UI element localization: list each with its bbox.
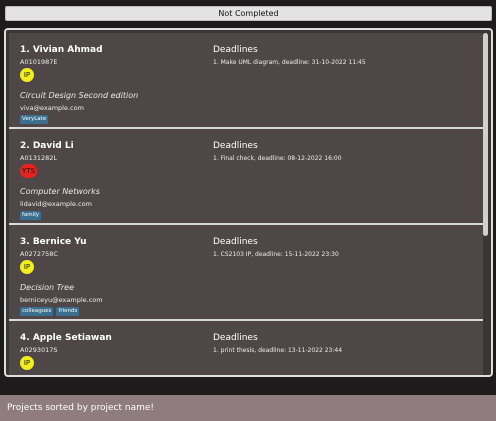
deadline-item: 1. Final check, deadline: 08-12-2022 16:… (213, 155, 342, 162)
deadline-item: 1. print thesis, deadline: 13-11-2022 23… (213, 347, 343, 354)
student-email: lidavid@example.com (20, 200, 92, 208)
deadlines-heading: Deadlines (213, 237, 258, 247)
tag: friends (56, 307, 80, 316)
tag-list: colleagues friends (20, 307, 80, 316)
project-title: Computer Networks (20, 187, 100, 196)
filter-button-label: Not Completed (218, 9, 279, 18)
tag-list: family (20, 211, 41, 220)
student-email: viva@example.com (20, 104, 84, 112)
student-id: A0131282L (20, 154, 58, 162)
student-email: berniceyu@example.com (20, 296, 103, 304)
student-name: 4. Apple Setiawan (20, 333, 112, 343)
tag: VeryLate (20, 115, 49, 124)
student-name: 1. Vivian Ahmad (20, 45, 103, 55)
status-bar: Projects sorted by project name! (0, 395, 496, 421)
status-badge: IP (20, 356, 34, 370)
student-name: 3. Bernice Yu (20, 237, 87, 247)
student-card-list: 1. Vivian Ahmad A0101987E IP Circuit Des… (9, 33, 483, 375)
status-badge: IP (20, 68, 34, 82)
student-card[interactable]: 2. David Li A0131282L YTS Computer Netwo… (9, 129, 483, 225)
deadline-item: 1. Make UML diagram, deadline: 31-10-202… (213, 59, 366, 66)
tag-list: VeryLate (20, 115, 49, 124)
status-message: Projects sorted by project name! (7, 403, 155, 413)
deadlines-heading: Deadlines (213, 45, 258, 55)
deadlines-heading: Deadlines (213, 141, 258, 151)
student-card[interactable]: 1. Vivian Ahmad A0101987E IP Circuit Des… (9, 33, 483, 129)
student-id: A0272758C (20, 250, 58, 258)
list-scrollbar[interactable] (483, 33, 488, 236)
not-completed-filter-button[interactable]: Not Completed (5, 6, 492, 21)
project-title: Circuit Design Second edition (20, 91, 139, 100)
student-id: A0293017S (20, 346, 58, 354)
deadline-item: 1. CS2103 IP, deadline: 15-11-2022 23:30 (213, 251, 339, 258)
status-badge: YTS (20, 164, 37, 178)
tag: family (20, 211, 41, 220)
project-title: Decision Tree (20, 283, 74, 292)
student-name: 2. David Li (20, 141, 74, 151)
status-badge: IP (20, 260, 34, 274)
student-id: A0101987E (20, 58, 58, 66)
student-card[interactable]: 3. Bernice Yu A0272758C IP Decision Tree… (9, 225, 483, 321)
deadlines-heading: Deadlines (213, 333, 258, 343)
student-card[interactable]: 4. Apple Setiawan A0293017S IP Deadlines… (9, 321, 483, 375)
student-list-panel[interactable]: 1. Vivian Ahmad A0101987E IP Circuit Des… (4, 28, 493, 377)
tag: colleagues (20, 307, 54, 316)
